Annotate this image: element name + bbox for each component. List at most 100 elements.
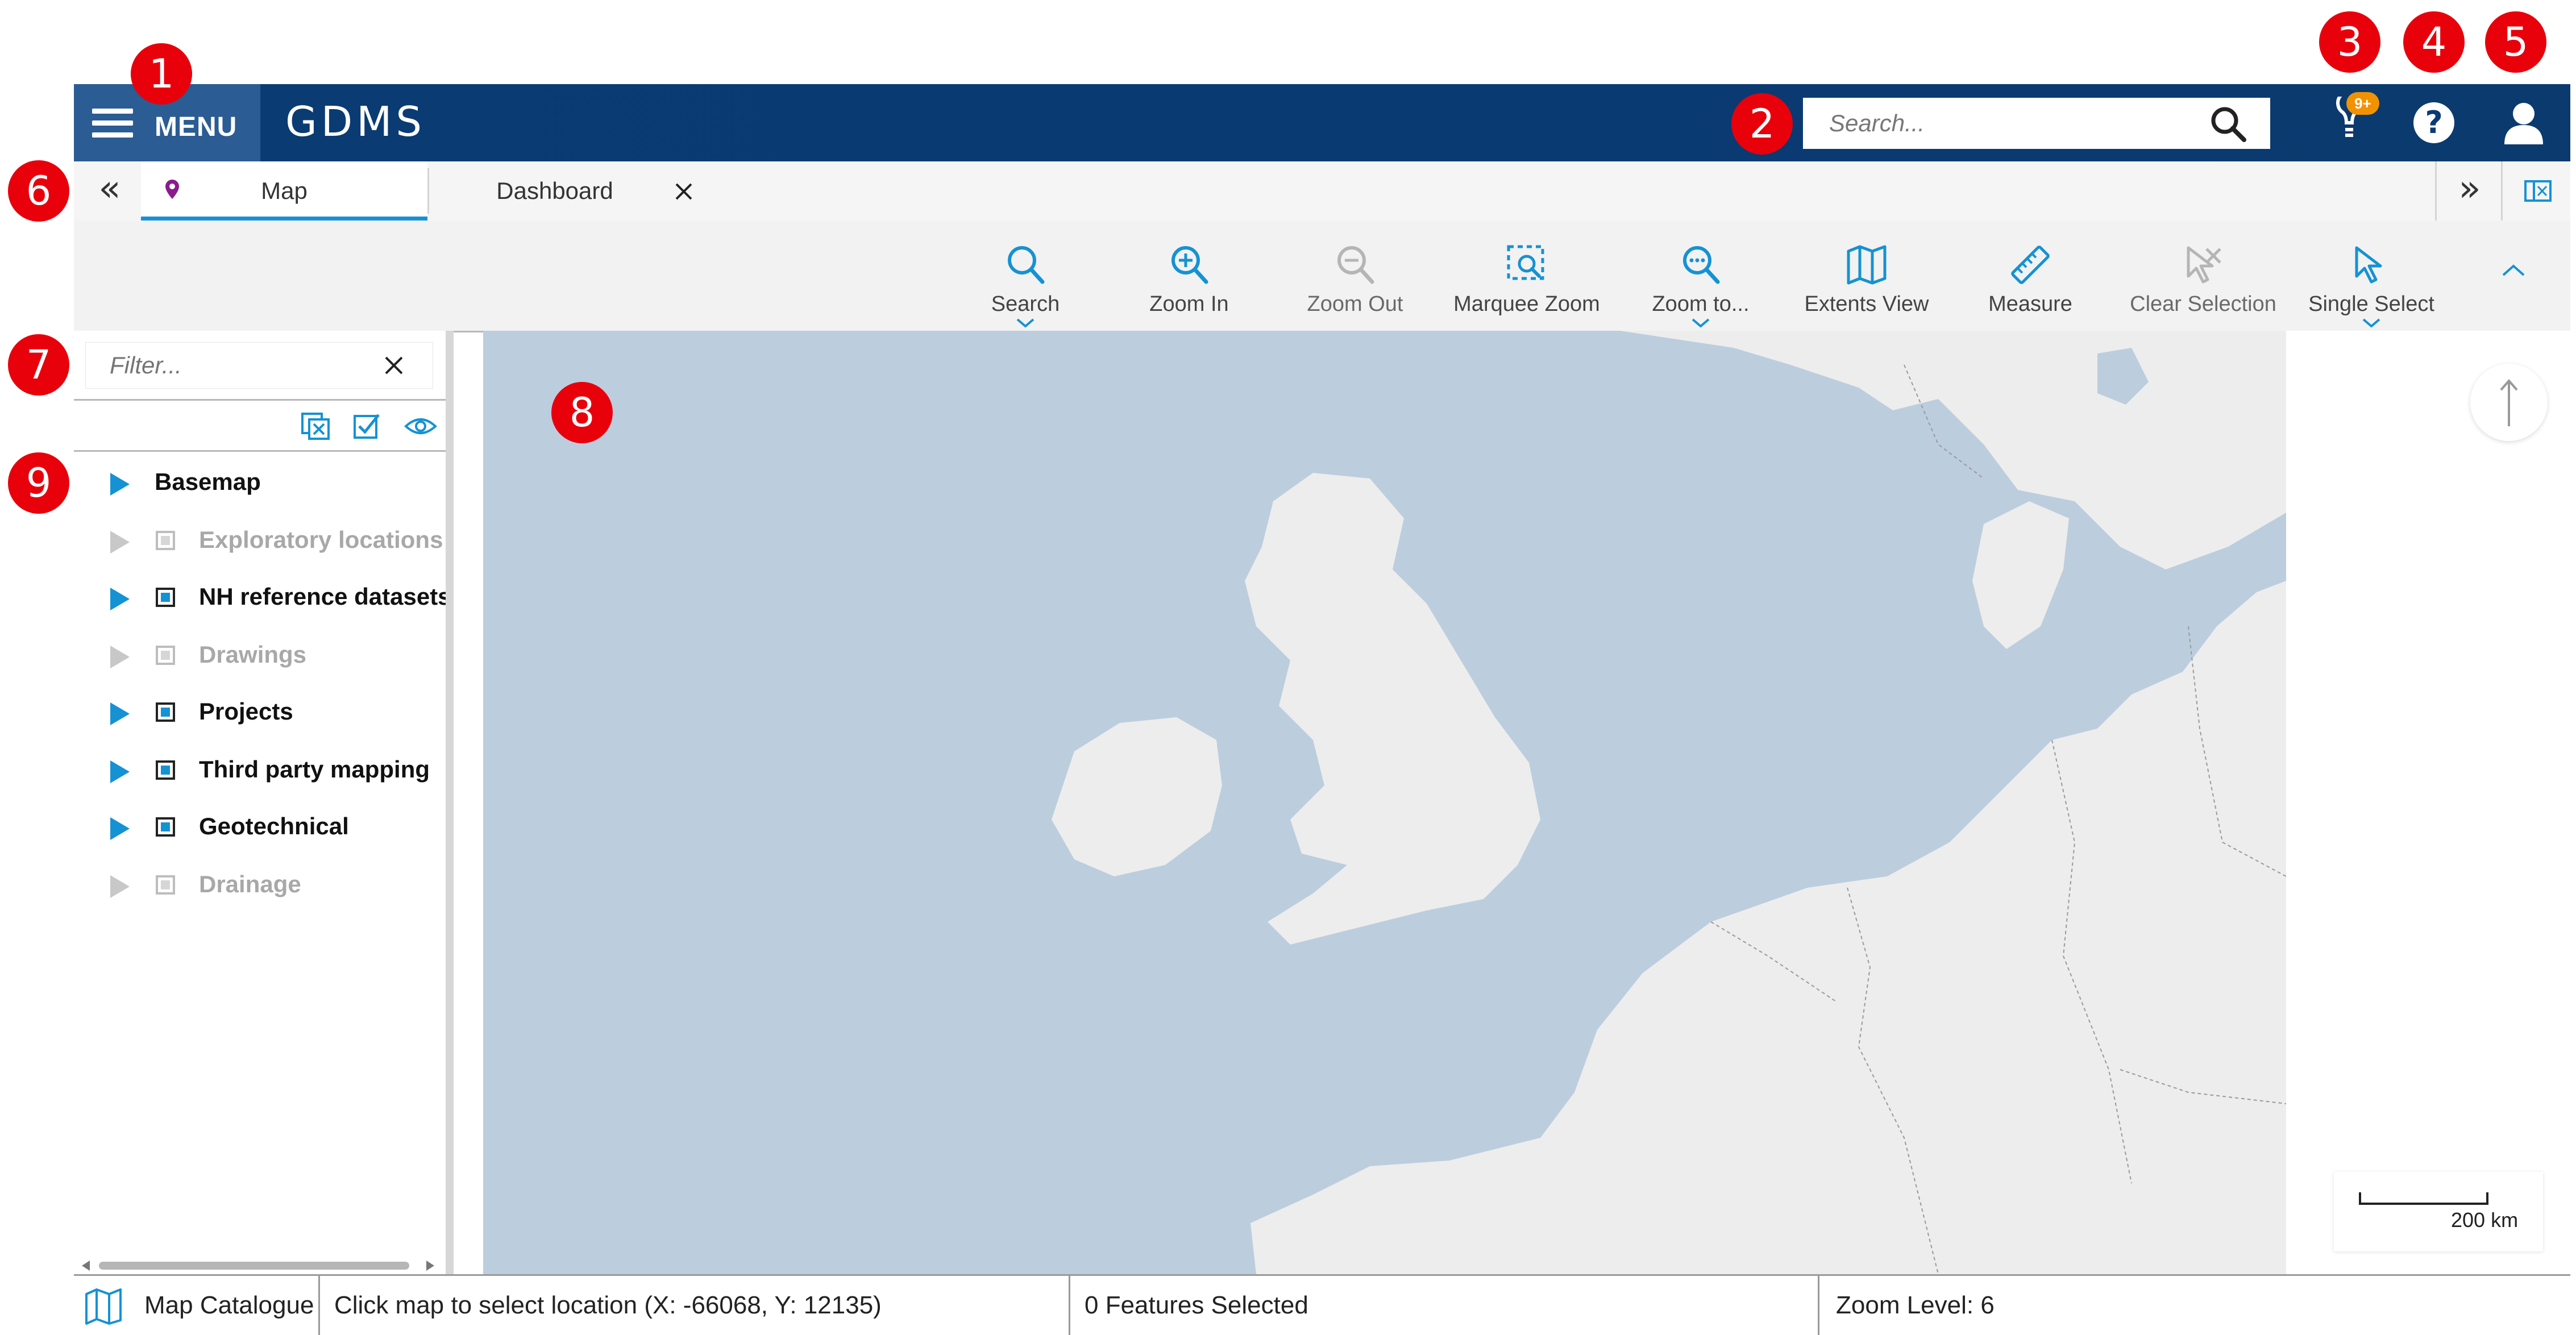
measure-button[interactable]: Measure [1945,234,2116,319]
layer-item[interactable]: Basemap [74,458,446,509]
layer-checkbox[interactable] [156,875,175,895]
layer-checkbox[interactable] [156,531,175,550]
marquee-zoom-icon [1507,245,1544,280]
filter-input[interactable] [86,343,395,388]
layer-checkbox[interactable] [156,702,175,722]
zoom-out-label: Zoom Out [1307,292,1403,316]
layer-checkbox[interactable] [156,817,175,837]
map-icon [85,1288,122,1325]
clear-filter-icon[interactable] [384,355,404,376]
arrow-up-icon [2500,379,2518,426]
layer-checkbox[interactable] [156,646,175,665]
layer-checkbox[interactable] [156,760,175,780]
scroll-tabs-right-icon[interactable]: » [2444,161,2495,221]
north-arrow-button[interactable] [2470,364,2548,441]
layer-item[interactable]: Drainage [74,860,446,912]
layer-name: Exploratory locations [199,526,443,553]
scroll-thumb[interactable] [99,1262,409,1270]
measure-label: Measure [1988,292,2072,316]
extents-view-label: Extents View [1804,292,1929,316]
zoom-to-label: Zoom to... [1652,292,1750,316]
map-icon [1847,245,1887,285]
search-input[interactable] [1803,98,2227,149]
scale-line [2359,1192,2488,1205]
expand-arrow-icon[interactable] [110,473,130,496]
layer-filter [85,342,433,389]
layer-item[interactable]: Drawings [74,631,446,682]
visibility-icon[interactable] [404,414,438,439]
map-catalogue-button[interactable]: Map Catalogue [144,1276,314,1335]
clear-selection-button[interactable]: Clear Selection [2118,234,2288,319]
menu-label: MENU [155,112,238,142]
search-tool-label: Search [991,292,1060,316]
callout-marker: 5 [2485,11,2546,73]
expand-arrow-icon[interactable] [110,817,130,840]
collapse-toolbar-icon[interactable] [2501,263,2526,277]
panel-splitter[interactable] [446,331,454,1274]
location-readout: Click map to select location (X: -66068,… [334,1291,882,1319]
callout-marker: 4 [2403,11,2465,73]
features-selected: 0 Features Selected [1085,1291,1308,1319]
layer-name: Drainage [199,871,301,897]
layer-item[interactable]: Exploratory locations [74,516,446,567]
ruler-icon [2011,246,2050,284]
zoom-to-button[interactable]: Zoom to... [1615,234,1786,327]
marquee-zoom-button[interactable]: Marquee Zoom [1441,234,1612,319]
expand-arrow-icon[interactable] [110,646,130,668]
scroll-left-arrow-icon[interactable] [82,1261,90,1271]
single-select-button[interactable]: Single Select [2286,234,2457,327]
layer-name: Basemap [155,468,261,495]
layer-item[interactable]: Projects [74,688,446,739]
map-view[interactable]: 200 km [483,331,2570,1274]
callout-marker: 2 [1731,93,1793,155]
scale-label: 200 km [2451,1208,2519,1232]
panel-divider [74,399,446,401]
layer-name: Projects [199,698,293,725]
status-divider [318,1276,320,1335]
zoom-out-icon [1337,246,1374,284]
scroll-right-arrow-icon[interactable] [426,1261,434,1271]
zoom-in-label: Zoom In [1149,292,1229,316]
zoom-level: Zoom Level: 6 [1836,1291,1995,1319]
expand-arrow-icon[interactable] [110,531,130,554]
search-tool-button[interactable]: Search [940,234,1111,327]
user-icon[interactable] [2501,100,2546,145]
zoom-in-button[interactable]: Zoom In [1104,234,1274,319]
status-divider [1069,1276,1070,1335]
basemap-canvas[interactable] [483,331,2570,1274]
panel-toggle-icon[interactable] [2524,180,2552,202]
tab-dashboard-label: Dashboard [496,177,613,204]
tab-map[interactable]: Map [141,161,427,221]
search-icon [1008,246,1045,284]
expand-arrow-icon[interactable] [110,702,130,725]
callout-marker: 3 [2319,11,2380,73]
zoom-out-button[interactable]: Zoom Out [1270,234,1440,319]
chevron-down-icon [1016,318,1034,327]
layer-checkbox[interactable] [156,588,175,607]
status-bar: Map Catalogue Click map to select locati… [74,1274,2570,1335]
tab-bar-divider-2 [2501,161,2503,221]
expand-arrow-icon[interactable] [110,875,130,898]
layer-name: Third party mapping [199,756,430,783]
expand-arrow-icon[interactable] [110,760,130,783]
extents-view-button[interactable]: Extents View [1781,234,1952,319]
check-all-icon[interactable] [352,411,382,441]
help-icon[interactable]: ? [2413,102,2454,143]
marquee-zoom-label: Marquee Zoom [1453,292,1600,316]
callout-marker: 1 [131,43,192,105]
clear-layers-icon[interactable] [300,411,332,441]
expand-arrow-icon[interactable] [110,588,130,610]
notifications-button[interactable]: 9+ [2325,90,2379,151]
scroll-tabs-left-icon[interactable]: « [85,161,134,221]
layer-panel-scrollbar[interactable] [74,1256,446,1274]
layer-name: Drawings [199,641,307,668]
zoom-in-icon [1171,246,1208,284]
close-icon[interactable] [674,182,693,201]
layer-item[interactable]: NH reference datasets [74,573,451,624]
callout-marker: 9 [8,452,69,514]
tab-dashboard[interactable]: Dashboard [430,161,725,221]
search-icon[interactable] [2209,105,2249,144]
layer-name: NH reference datasets [199,583,451,610]
layer-item[interactable]: Third party mapping [74,746,446,797]
layer-item[interactable]: Geotechnical [74,802,446,854]
